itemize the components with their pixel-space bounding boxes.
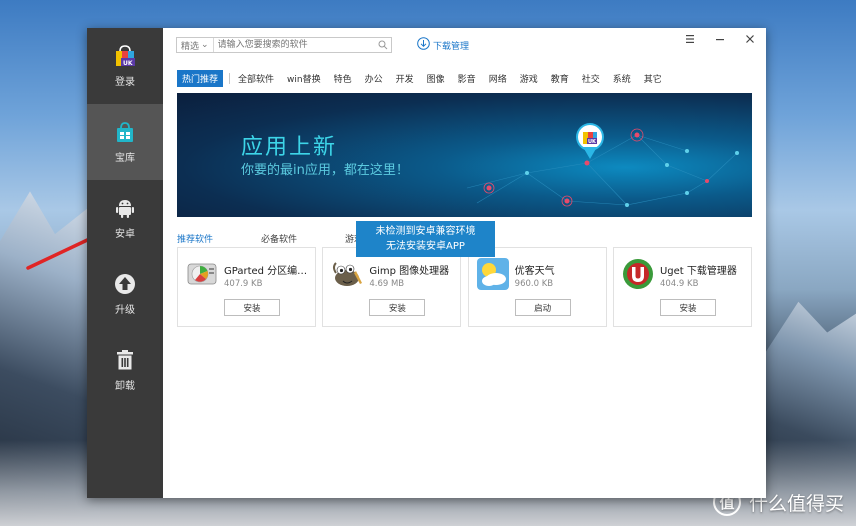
category-tab[interactable]: 热门推荐: [177, 69, 224, 87]
category-tab[interactable]: 其它: [644, 72, 662, 85]
category-tab[interactable]: 教育: [551, 72, 569, 85]
search-category-label: 精选: [181, 41, 200, 52]
app-name: Uget 下载管理器: [659, 266, 737, 277]
category-tab[interactable]: 全部软件: [238, 72, 274, 85]
uk-logo-icon: UK: [114, 44, 136, 67]
search-input[interactable]: [213, 38, 375, 52]
category-tab[interactable]: 游戏: [520, 72, 538, 85]
app-size: 960.0 KB: [514, 279, 554, 289]
app-name: 优客天气: [514, 266, 555, 277]
app-card-uget[interactable]: Uget 下载管理器 404.9 KB 安装: [612, 247, 752, 327]
sidebar-item-store[interactable]: 宝库: [87, 104, 163, 180]
category-divider: [229, 72, 231, 84]
app-size: 4.69 MB: [369, 279, 405, 289]
category-bar: 热门推荐 全部软件 win替换 特色 办公 开发 图像 影音 网络 游戏 教育 …: [177, 69, 675, 87]
app-window: UK 登录 宝库 安卓 升级 卸载 精选 ⌄ 请输入您要搜索的软件 下载管理 热…: [87, 28, 766, 498]
category-tab[interactable]: 网络: [489, 72, 507, 85]
tooltip-line: 未检测到安卓兼容环境: [375, 226, 476, 237]
svg-text:UK: UK: [123, 60, 133, 67]
bag-icon: [114, 121, 136, 143]
sidebar-item-uninstall[interactable]: 卸载: [87, 332, 163, 408]
sidebar-item-android[interactable]: 安卓: [87, 180, 163, 256]
download-icon: [417, 37, 430, 53]
launch-button[interactable]: 启动: [514, 299, 571, 316]
sidebar-item-label: 登录: [115, 76, 135, 88]
category-tab[interactable]: 系统: [613, 72, 631, 85]
banner-title: 应用上新: [241, 135, 338, 160]
sidebar-item-label: 安卓: [115, 228, 135, 240]
topbar: 精选 ⌄ 下载管理: [163, 28, 766, 62]
category-tab[interactable]: 办公: [365, 72, 383, 85]
app-name: Gimp 图像处理器: [369, 266, 450, 277]
banner-badge-text: UK: [588, 139, 596, 145]
category-tab[interactable]: 社交: [582, 72, 600, 85]
android-env-tooltip: 未检测到安卓兼容环境 无法安装安卓APP: [356, 221, 495, 257]
install-button[interactable]: 安装: [659, 299, 716, 316]
gimp-icon: [330, 257, 364, 291]
close-icon[interactable]: [744, 33, 756, 45]
tab-recommended[interactable]: 推荐软件: [177, 232, 213, 245]
download-manager-label: 下载管理: [433, 41, 470, 52]
search-box: 精选 ⌄: [176, 37, 392, 53]
sidebar-item-login[interactable]: UK 登录: [87, 28, 163, 104]
category-tab[interactable]: win替换: [287, 72, 321, 85]
trash-icon: [114, 349, 136, 371]
weather-icon: [476, 257, 510, 291]
menu-icon[interactable]: [684, 33, 696, 45]
search-category-select[interactable]: 精选 ⌄: [177, 38, 214, 52]
install-button[interactable]: 安装: [224, 299, 280, 316]
chevron-down-icon: ⌄: [201, 40, 209, 50]
app-size: 407.9 KB: [224, 279, 263, 289]
app-card-list: GParted 分区编… 407.9 KB 安装 Gimp 图像处理器 4.69…: [177, 247, 752, 327]
upgrade-icon: [114, 273, 136, 295]
uget-icon: [621, 257, 655, 291]
download-manager-button[interactable]: 下载管理: [417, 37, 469, 53]
category-tab[interactable]: 开发: [396, 72, 414, 85]
banner-subtitle: 你要的最in应用，都在这里！: [241, 163, 409, 178]
window-controls: [684, 33, 756, 45]
sidebar-item-upgrade[interactable]: 升级: [87, 256, 163, 332]
sidebar-item-label: 卸载: [115, 380, 135, 392]
category-tab[interactable]: 影音: [458, 72, 476, 85]
tooltip-line: 无法安装安卓APP: [386, 241, 465, 252]
app-size: 404.9 KB: [659, 279, 699, 289]
main-panel: 精选 ⌄ 下载管理: [163, 28, 766, 498]
install-button[interactable]: 安装: [369, 299, 426, 316]
gparted-icon: [185, 257, 219, 291]
app-card-gparted[interactable]: GParted 分区编… 407.9 KB 安装: [177, 247, 316, 327]
app-card-gimp[interactable]: Gimp 图像处理器 4.69 MB 安装: [322, 247, 462, 327]
sidebar-item-label: 升级: [115, 304, 135, 316]
tab-essential[interactable]: 必备软件: [261, 232, 297, 245]
promo-banner[interactable]: 应用上新 你要的最in应用，都在这里！ UK: [177, 93, 752, 217]
sidebar-item-label: 宝库: [115, 152, 135, 164]
minimize-icon[interactable]: [714, 33, 726, 45]
sidebar: UK 登录 宝库 安卓 升级 卸载: [87, 28, 163, 498]
search-icon[interactable]: [375, 40, 391, 50]
app-name: GParted 分区编…: [224, 266, 308, 277]
category-tab[interactable]: 图像: [427, 72, 445, 85]
android-icon: [114, 197, 136, 219]
category-tab[interactable]: 特色: [334, 72, 352, 85]
app-card-weather[interactable]: 优客天气 960.0 KB 启动: [467, 247, 607, 327]
